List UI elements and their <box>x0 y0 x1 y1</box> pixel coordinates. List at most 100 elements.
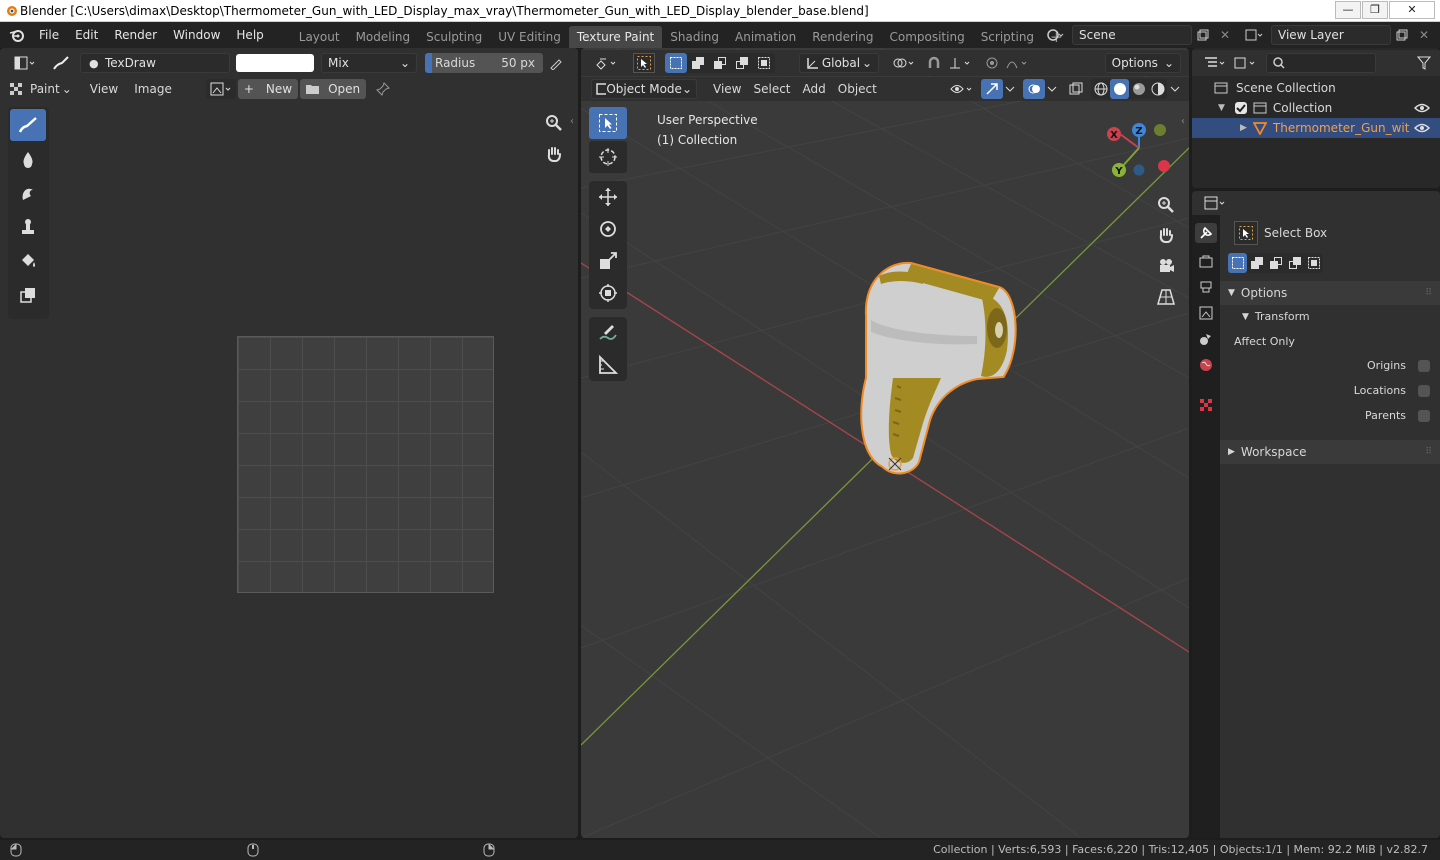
output-tab-icon[interactable] <box>1195 277 1217 297</box>
menu-file[interactable]: File <box>31 22 67 48</box>
collection-checkbox[interactable] <box>1234 102 1247 114</box>
pin-icon[interactable] <box>372 79 394 99</box>
mask-tool-icon[interactable] <box>10 279 46 311</box>
tab-scripting[interactable]: Scripting <box>973 26 1042 48</box>
menu-select[interactable]: Select <box>747 79 796 99</box>
select-invert-icon[interactable] <box>731 53 753 73</box>
visibility-icon[interactable] <box>947 79 977 99</box>
select-intersect-icon[interactable] <box>1304 253 1323 273</box>
origins-checkbox[interactable] <box>1418 359 1430 372</box>
scale-tool-icon[interactable] <box>589 245 627 277</box>
select-new-icon[interactable] <box>1228 253 1247 273</box>
blend-mode-dropdown[interactable]: Mix ⌄ <box>321 53 417 73</box>
tab-sculpting[interactable]: Sculpting <box>418 26 490 48</box>
close-button[interactable]: ✕ <box>1389 1 1435 19</box>
menu-render[interactable]: Render <box>106 22 165 48</box>
menu-add[interactable]: Add <box>797 79 832 99</box>
zoom-icon[interactable] <box>1153 192 1179 218</box>
outliner-row-object[interactable]: ▶ Thermometer_Gun_with_LE <box>1192 118 1440 138</box>
3d-viewport[interactable]: Global ⌄ Options ⌄ Object Mode ⌄ View Se… <box>581 48 1189 838</box>
thermometer-gun-model[interactable] <box>831 258 1031 488</box>
select-new-icon[interactable] <box>665 53 687 73</box>
open-image-button[interactable]: Open <box>300 79 367 99</box>
tool-settings-tab-icon[interactable] <box>1195 223 1217 243</box>
viewport-options-dropdown[interactable]: Options ⌄ <box>1104 53 1181 73</box>
smear-tool-icon[interactable] <box>10 177 46 209</box>
new-scene-icon[interactable] <box>1192 25 1214 45</box>
select-subtract-icon[interactable] <box>709 53 731 73</box>
blender-menu-icon[interactable] <box>9 28 25 42</box>
drag-handle-icon[interactable]: ⠿ <box>1425 281 1432 305</box>
falloff-icon[interactable] <box>1003 53 1033 73</box>
view-layer-tab-icon[interactable] <box>1195 303 1217 323</box>
scene-browse-icon[interactable] <box>1044 25 1066 45</box>
locations-checkbox[interactable] <box>1418 384 1430 397</box>
new-image-button[interactable]: + New <box>237 79 299 99</box>
sidebar-toggle-icon[interactable]: ‹ <box>1181 116 1185 127</box>
select-invert-icon[interactable] <box>1285 253 1304 273</box>
new-view-layer-icon[interactable] <box>1391 25 1413 45</box>
origins-option[interactable]: Origins <box>1367 359 1430 372</box>
maximize-button[interactable]: ❐ <box>1362 1 1388 19</box>
pivot-point-icon[interactable] <box>889 53 919 73</box>
expand-arrow-icon[interactable]: ▶ <box>1240 118 1247 138</box>
draw-tool-icon[interactable] <box>10 109 46 141</box>
tab-layout[interactable]: Layout <box>291 26 348 48</box>
delete-view-layer-icon[interactable]: ✕ <box>1413 25 1435 45</box>
drag-handle-icon[interactable]: ⠿ <box>1425 440 1432 464</box>
chevron-down-icon[interactable] <box>1045 79 1059 99</box>
select-subtract-icon[interactable] <box>1266 253 1285 273</box>
material-shading-icon[interactable] <box>1129 79 1148 99</box>
parents-checkbox[interactable] <box>1418 409 1430 422</box>
overlay-toggle-icon[interactable] <box>1023 79 1045 99</box>
transform-subpanel-header[interactable]: ▼ Transform <box>1220 305 1440 329</box>
minimize-button[interactable]: — <box>1335 1 1361 19</box>
wireframe-shading-icon[interactable] <box>1091 79 1110 99</box>
annotate-tool-icon[interactable] <box>589 317 627 349</box>
workspace-panel-header[interactable]: ▶ Workspace ⠿ <box>1220 440 1440 464</box>
tab-shading[interactable]: Shading <box>662 26 727 48</box>
clone-tool-icon[interactable] <box>10 211 46 243</box>
proportional-edit-icon[interactable] <box>981 53 1003 73</box>
world-tab-icon[interactable] <box>1195 355 1217 375</box>
expand-arrow-icon[interactable]: ▼ <box>1218 98 1225 118</box>
transform-orientation-dropdown[interactable]: Global ⌄ <box>799 53 879 73</box>
view-layer-field[interactable]: View Layer <box>1271 25 1391 45</box>
select-box-tool-icon[interactable] <box>1234 221 1258 245</box>
outliner-search-input[interactable] <box>1266 53 1376 73</box>
tab-animation[interactable]: Animation <box>727 26 804 48</box>
image-browse-icon[interactable] <box>205 79 236 99</box>
render-tab-icon[interactable] <box>1195 251 1217 271</box>
snap-icon[interactable] <box>923 53 945 73</box>
select-extend-icon[interactable] <box>687 53 709 73</box>
texture-tab-icon[interactable] <box>1195 395 1217 415</box>
locations-option[interactable]: Locations <box>1354 384 1430 397</box>
editor-type-icon[interactable] <box>1200 193 1230 213</box>
transform-tool-icon[interactable] <box>589 277 627 309</box>
delete-scene-icon[interactable]: ✕ <box>1214 25 1236 45</box>
menu-view[interactable]: View <box>84 79 124 99</box>
tab-rendering[interactable]: Rendering <box>804 26 881 48</box>
chevron-down-icon[interactable] <box>1167 79 1183 99</box>
brush-color-swatch[interactable] <box>236 54 314 72</box>
perspective-toggle-icon[interactable] <box>1153 284 1179 310</box>
view-layer-browse-icon[interactable] <box>1243 25 1265 45</box>
measure-tool-icon[interactable] <box>589 349 627 381</box>
select-extend-icon[interactable] <box>1247 253 1266 273</box>
solid-shading-icon[interactable] <box>1110 79 1129 99</box>
menu-window[interactable]: Window <box>165 22 228 48</box>
eye-icon[interactable] <box>1414 122 1430 134</box>
pan-hand-icon[interactable] <box>541 141 567 167</box>
eye-icon[interactable] <box>1414 102 1430 114</box>
options-panel-header[interactable]: ▼ Options ⠿ <box>1220 281 1440 305</box>
camera-view-icon[interactable] <box>1153 253 1179 279</box>
fill-tool-icon[interactable] <box>10 245 46 277</box>
sidebar-toggle-icon[interactable]: ‹ <box>570 116 574 127</box>
move-tool-icon[interactable] <box>589 181 627 213</box>
tab-modeling[interactable]: Modeling <box>348 26 419 48</box>
outliner-row-scene-collection[interactable]: Scene Collection <box>1192 78 1440 98</box>
xray-toggle-icon[interactable] <box>1065 79 1087 99</box>
pan-hand-icon[interactable] <box>1153 222 1179 248</box>
scene-name-field[interactable]: Scene <box>1072 25 1192 45</box>
menu-view[interactable]: View <box>707 79 747 99</box>
